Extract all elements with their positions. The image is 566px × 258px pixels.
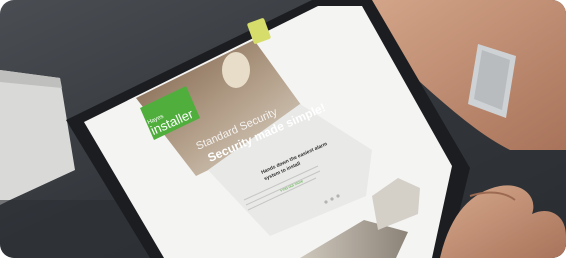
photo-card: Hayes installer Standard Security Securi… — [0, 0, 566, 258]
tablet-photo: Hayes installer Standard Security Securi… — [0, 0, 566, 258]
carousel-dot — [324, 200, 328, 204]
